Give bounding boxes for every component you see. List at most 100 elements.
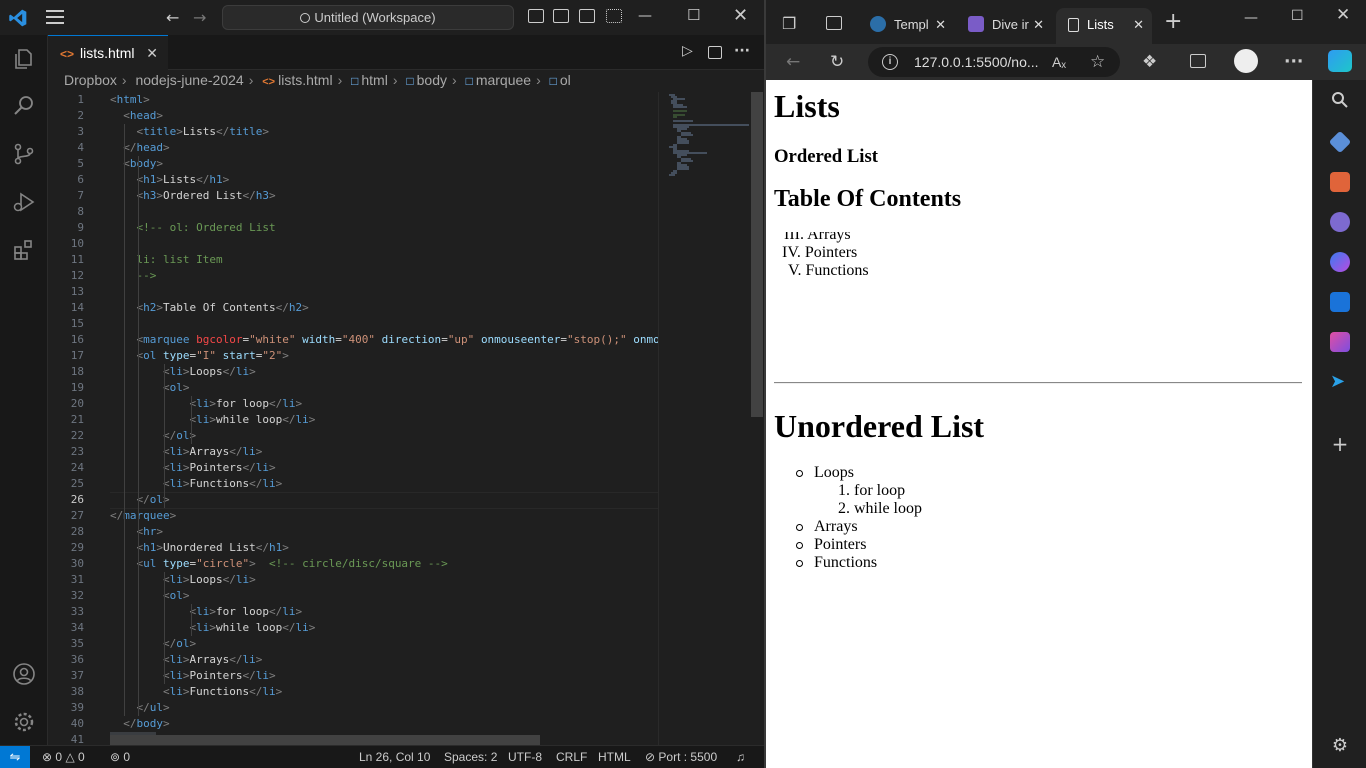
games-icon[interactable] bbox=[1330, 212, 1350, 232]
code-line[interactable]: 36 <li>Arrays</li> bbox=[48, 652, 658, 668]
code-line[interactable]: 22 </ol> bbox=[48, 428, 658, 444]
shopping-tag-icon[interactable] bbox=[1328, 130, 1352, 154]
browser-tab-templ[interactable]: Templ ✕ bbox=[862, 8, 954, 44]
tab-actions-icon[interactable] bbox=[826, 16, 842, 30]
back-arrow-icon[interactable]: ← bbox=[166, 8, 179, 27]
maximize-icon[interactable]: ☐ bbox=[687, 6, 700, 24]
breadcrumb-item[interactable]: lists.html bbox=[278, 72, 332, 88]
site-info-icon[interactable]: i bbox=[882, 54, 898, 70]
read-aloud-icon[interactable]: Aₓ bbox=[1052, 47, 1066, 77]
search-icon[interactable] bbox=[1330, 90, 1350, 110]
code-line[interactable]: 21 <li>while loop</li> bbox=[48, 412, 658, 428]
code-line[interactable]: 5 <body> bbox=[48, 156, 658, 172]
code-line[interactable]: 34 <li>while loop</li> bbox=[48, 620, 658, 636]
code-line[interactable]: 39 </ul> bbox=[48, 700, 658, 716]
encoding[interactable]: UTF-8 bbox=[508, 746, 542, 768]
maximize-icon[interactable]: ☐ bbox=[1291, 6, 1304, 26]
scrollbar-thumb[interactable] bbox=[751, 92, 763, 417]
code-editor[interactable]: 1 <html> 2 <head> 3 <title>Lists</title> 4 <… bbox=[48, 92, 658, 745]
code-line[interactable]: 12 --> bbox=[48, 268, 658, 284]
code-line[interactable]: 13 bbox=[48, 284, 658, 300]
close-icon[interactable]: ✕ bbox=[1336, 5, 1350, 25]
forward-arrow-icon[interactable]: → bbox=[193, 8, 206, 27]
breadcrumb-item[interactable]: html bbox=[361, 72, 387, 88]
code-line[interactable]: 32 <ol> bbox=[48, 588, 658, 604]
send-paper-plane-icon[interactable]: ➤ bbox=[1330, 372, 1350, 392]
minimize-icon[interactable]: — bbox=[1244, 8, 1258, 28]
favorite-star-icon[interactable]: ☆ bbox=[1090, 47, 1105, 77]
customize-layout-icon[interactable] bbox=[606, 9, 622, 23]
breadcrumb-item[interactable]: Dropbox bbox=[64, 72, 117, 88]
command-center-search[interactable]: Untitled (Workspace) bbox=[222, 5, 514, 30]
end-of-line[interactable]: CRLF bbox=[556, 746, 587, 768]
browser-tab-dive[interactable]: Dive ir ✕ bbox=[960, 8, 1052, 44]
breadcrumb-item[interactable]: marquee bbox=[476, 72, 531, 88]
designer-icon[interactable] bbox=[1330, 332, 1350, 352]
breadcrumb-item[interactable]: nodejs-june-2024 bbox=[135, 72, 243, 88]
code-line[interactable]: 10 bbox=[48, 236, 658, 252]
code-line[interactable]: 3 <title>Lists</title> bbox=[48, 124, 658, 140]
tab-lists-html[interactable]: <> lists.html ✕ bbox=[48, 35, 168, 70]
code-line[interactable]: 23 <li>Arrays</li> bbox=[48, 444, 658, 460]
extensions-puzzle-icon[interactable]: ❖ bbox=[1142, 52, 1157, 72]
code-line[interactable]: 15 bbox=[48, 316, 658, 332]
split-screen-icon[interactable] bbox=[1190, 54, 1206, 68]
editor-vertical-scrollbar[interactable] bbox=[750, 92, 764, 745]
code-line[interactable]: 8 bbox=[48, 204, 658, 220]
language-mode[interactable]: HTML bbox=[598, 746, 631, 768]
explorer-icon[interactable] bbox=[12, 47, 36, 71]
notifications-bell-icon[interactable]: ♫ bbox=[736, 746, 745, 768]
code-line[interactable]: 18 <li>Loops</li> bbox=[48, 364, 658, 380]
breadcrumb-item[interactable]: ol bbox=[560, 72, 571, 88]
editor-horizontal-scrollbar[interactable] bbox=[110, 735, 540, 745]
code-line[interactable]: 29 <h1>Unordered List</h1> bbox=[48, 540, 658, 556]
source-control-icon[interactable] bbox=[12, 142, 36, 166]
settings-gear-icon[interactable]: ⚙ bbox=[1330, 736, 1350, 756]
code-line[interactable]: 1 <html> bbox=[48, 92, 658, 108]
code-line[interactable]: 28 <hr> bbox=[48, 524, 658, 540]
code-line[interactable]: 27 </marquee> bbox=[48, 508, 658, 524]
close-tab-icon[interactable]: ✕ bbox=[1133, 8, 1144, 42]
code-line[interactable]: 30 <ul type="circle"> <!-- circle/disc/s… bbox=[48, 556, 658, 572]
more-actions-icon[interactable]: ··· bbox=[734, 43, 750, 59]
copilot-icon[interactable] bbox=[1328, 50, 1352, 72]
code-line[interactable]: 17 <ol type="I" start="2"> bbox=[48, 348, 658, 364]
extensions-icon[interactable] bbox=[12, 238, 36, 262]
accounts-icon[interactable] bbox=[12, 662, 36, 686]
toggle-sidebar-icon[interactable] bbox=[528, 9, 544, 23]
minimize-icon[interactable]: — bbox=[638, 8, 652, 24]
ports-indicator[interactable]: ⊚ 0 bbox=[110, 746, 130, 768]
workspaces-icon[interactable]: ❐ bbox=[782, 14, 796, 34]
breadcrumb-item[interactable]: body bbox=[417, 72, 447, 88]
close-tab-icon[interactable]: ✕ bbox=[935, 8, 946, 42]
close-icon[interactable]: ✕ bbox=[733, 5, 748, 26]
problems-indicator[interactable]: ⊗ 0 △ 0 bbox=[42, 746, 85, 768]
code-line[interactable]: 6 <h1>Lists</h1> bbox=[48, 172, 658, 188]
code-line[interactable]: 35 </ol> bbox=[48, 636, 658, 652]
more-menu-icon[interactable]: ··· bbox=[1284, 52, 1303, 72]
toggle-panel-icon[interactable] bbox=[553, 9, 569, 23]
live-server-port[interactable]: ⊘ Port : 5500 bbox=[645, 746, 717, 768]
code-line[interactable]: 16 <marquee bgcolor="white" width="400" … bbox=[48, 332, 658, 348]
code-line[interactable]: 2 <head> bbox=[48, 108, 658, 124]
outlook-icon[interactable] bbox=[1330, 292, 1350, 312]
marquee-area[interactable]: III. Arrays IV. Pointers V. Functions bbox=[774, 232, 1174, 380]
indentation[interactable]: Spaces: 2 bbox=[444, 746, 497, 768]
run-debug-icon[interactable] bbox=[12, 190, 36, 214]
split-editor-icon[interactable] bbox=[708, 46, 722, 59]
search-icon[interactable] bbox=[12, 94, 36, 118]
minimap[interactable] bbox=[658, 92, 750, 745]
code-line[interactable]: 37 <li>Pointers</li> bbox=[48, 668, 658, 684]
code-line[interactable]: 38 <li>Functions</li> bbox=[48, 684, 658, 700]
code-line[interactable]: 14 <h2>Table Of Contents</h2> bbox=[48, 300, 658, 316]
code-line[interactable]: 25 <li>Functions</li> bbox=[48, 476, 658, 492]
cursor-position[interactable]: Ln 26, Col 10 bbox=[359, 746, 430, 768]
code-line[interactable]: 11 li: list Item bbox=[48, 252, 658, 268]
code-line[interactable]: 19 <ol> bbox=[48, 380, 658, 396]
copilot-app-icon[interactable] bbox=[1330, 252, 1350, 272]
code-line[interactable]: 4 </head> bbox=[48, 140, 658, 156]
refresh-icon[interactable]: ↻ bbox=[830, 52, 844, 72]
toggle-secondary-sidebar-icon[interactable] bbox=[579, 9, 595, 23]
code-line[interactable]: 20 <li>for loop</li> bbox=[48, 396, 658, 412]
profile-avatar[interactable] bbox=[1234, 49, 1258, 73]
